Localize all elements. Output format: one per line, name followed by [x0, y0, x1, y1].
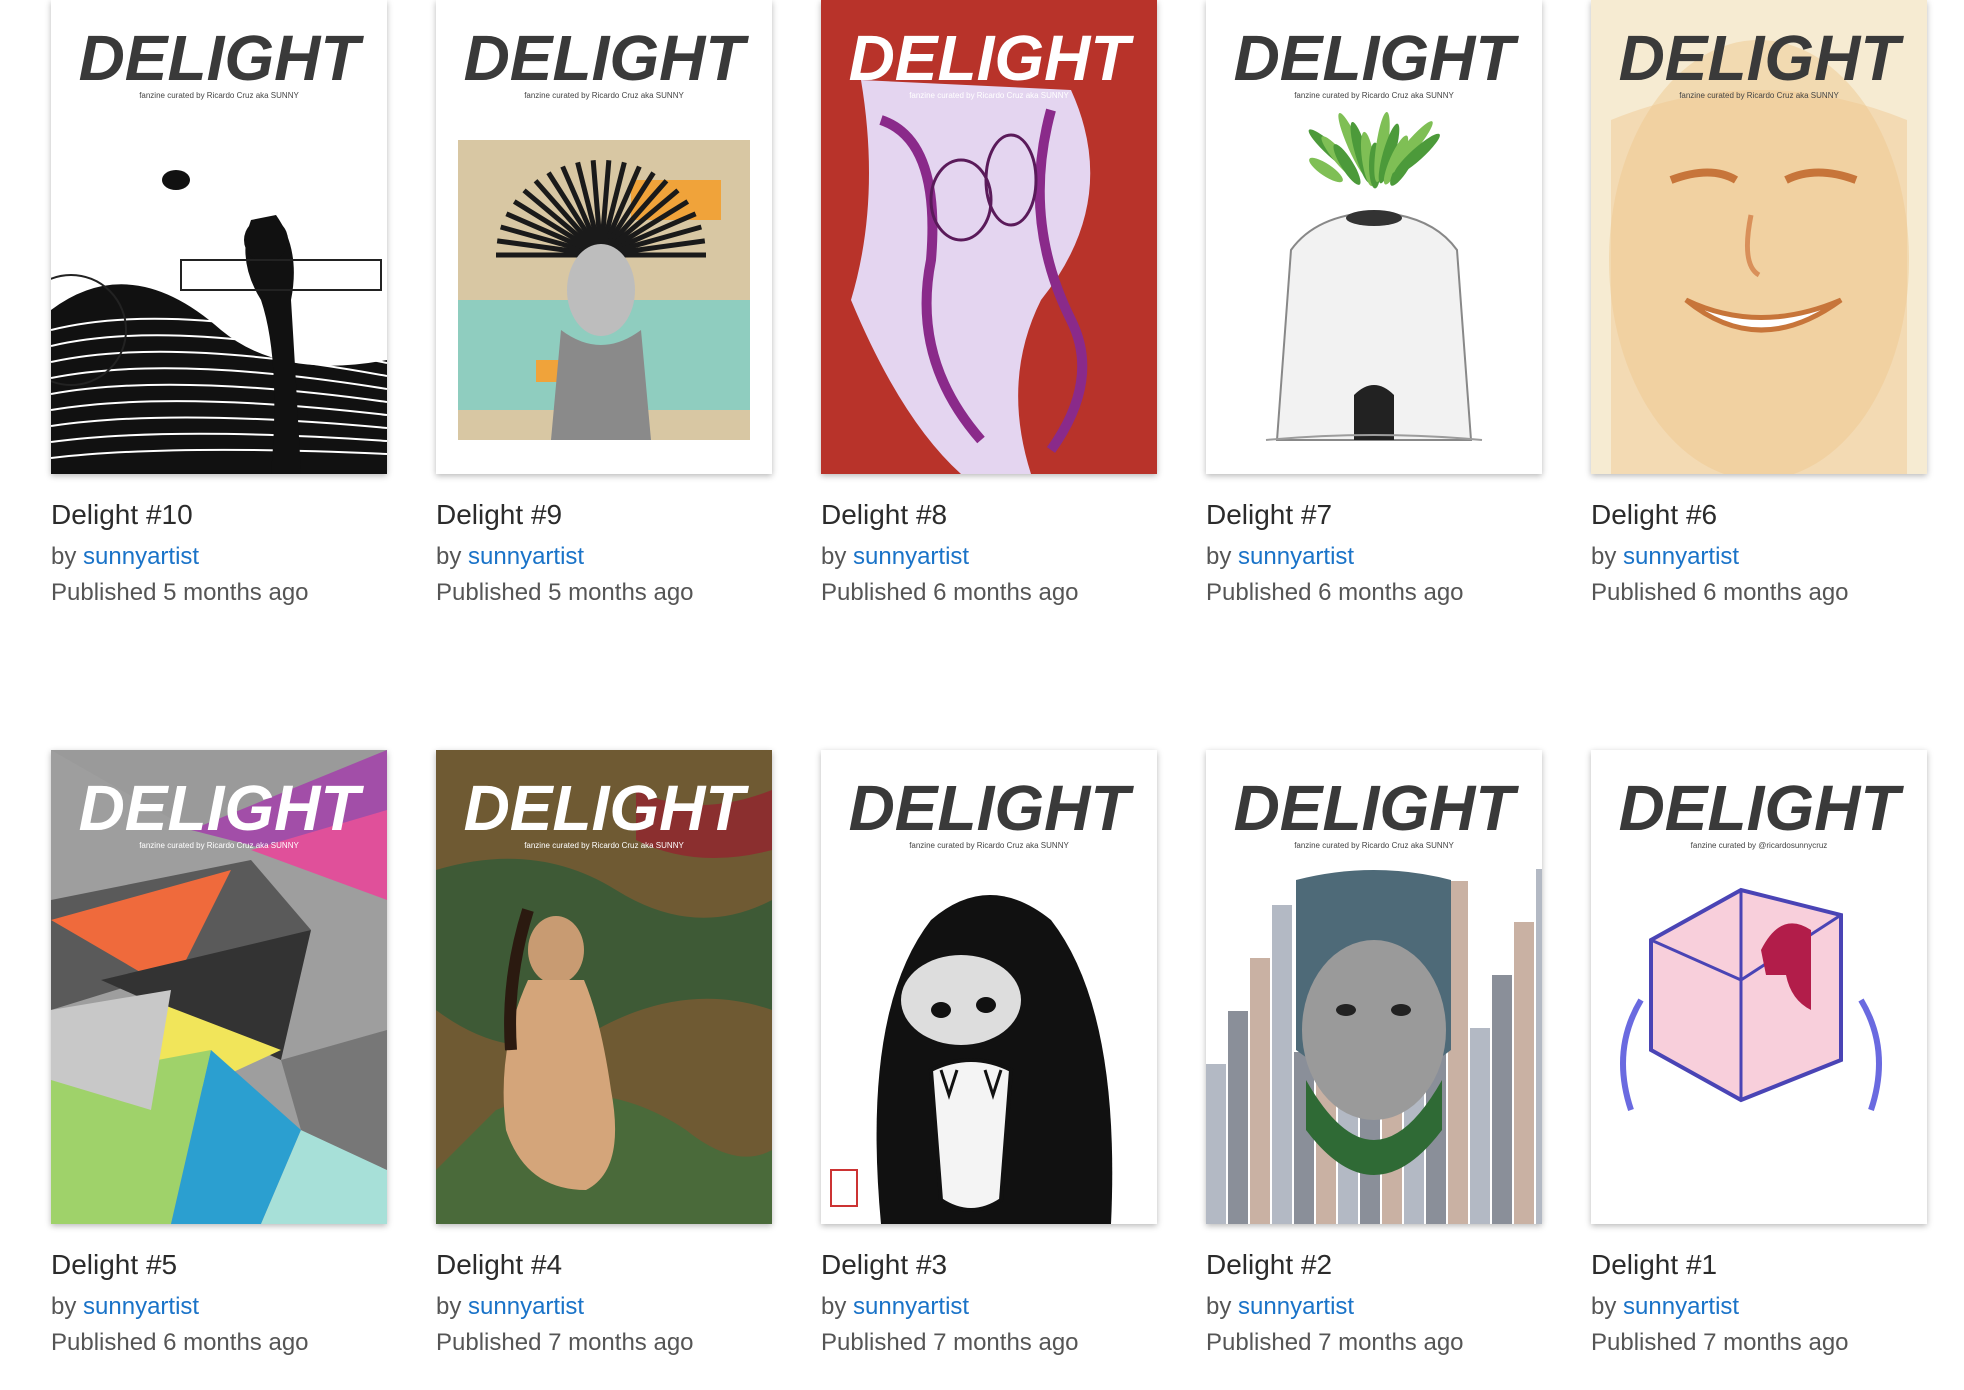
- published-date: Published 6 months ago: [821, 579, 1079, 606]
- author-link[interactable]: sunnyartist: [853, 1293, 969, 1320]
- author-link[interactable]: sunnyartist: [468, 543, 584, 570]
- by-label: by: [436, 543, 462, 570]
- cover-artwork: [458, 140, 750, 440]
- cover-image[interactable]: DELIGHT fanzine curated by Ricardo Cruz a…: [51, 0, 387, 474]
- byline: by sunnyartist: [821, 1293, 969, 1321]
- publication-title[interactable]: Delight #3: [821, 1249, 947, 1281]
- cover-masthead: DELIGHT: [1234, 22, 1520, 94]
- author-link[interactable]: sunnyartist: [468, 1293, 584, 1320]
- byline: by sunnyartist: [436, 543, 584, 571]
- by-label: by: [821, 1293, 847, 1320]
- cover-image[interactable]: DELIGHT fanzine curated by @ricardosunnyc…: [1591, 750, 1927, 1224]
- published-date: Published 5 months ago: [51, 579, 309, 606]
- byline: by sunnyartist: [51, 543, 199, 571]
- cover-masthead: DELIGHT: [1619, 772, 1905, 844]
- byline: by sunnyartist: [1591, 543, 1739, 571]
- author-link[interactable]: sunnyartist: [1623, 1293, 1739, 1320]
- cover-image[interactable]: DELIGHT fanzine curated by Ricardo Cruz a…: [821, 750, 1157, 1224]
- by-label: by: [51, 543, 77, 570]
- cover-image[interactable]: DELIGHT fanzine curated by Ricardo Cruz a…: [821, 0, 1157, 474]
- author-link[interactable]: sunnyartist: [1238, 1293, 1354, 1320]
- by-label: by: [51, 1293, 77, 1320]
- published-date: Published 7 months ago: [436, 1329, 694, 1356]
- cover-subtitle: fanzine curated by Ricardo Cruz aka SUNN…: [524, 91, 684, 100]
- by-label: by: [1206, 1293, 1232, 1320]
- cover-masthead: DELIGHT: [79, 772, 365, 844]
- publication-title[interactable]: Delight #10: [51, 499, 193, 531]
- byline: by sunnyartist: [51, 1293, 199, 1321]
- publication-title[interactable]: Delight #8: [821, 499, 947, 531]
- cover-image[interactable]: DELIGHT fanzine curated by Ricardo Cruz a…: [436, 750, 772, 1224]
- author-link[interactable]: sunnyartist: [1238, 543, 1354, 570]
- byline: by sunnyartist: [1206, 1293, 1354, 1321]
- byline: by sunnyartist: [436, 1293, 584, 1321]
- cover-masthead: DELIGHT: [849, 772, 1135, 844]
- cover-image[interactable]: DELIGHT fanzine curated by Ricardo Cruz a…: [436, 0, 772, 474]
- published-date: Published 6 months ago: [1591, 579, 1849, 606]
- author-link[interactable]: sunnyartist: [83, 543, 199, 570]
- cover-image[interactable]: DELIGHT fanzine curated by Ricardo Cruz a…: [1206, 0, 1542, 474]
- cover-subtitle: fanzine curated by Ricardo Cruz aka SUNN…: [1294, 841, 1454, 850]
- cover-subtitle: fanzine curated by Ricardo Cruz aka SUNN…: [1679, 91, 1839, 100]
- publication-title[interactable]: Delight #7: [1206, 499, 1332, 531]
- by-label: by: [821, 543, 847, 570]
- cover-image[interactable]: DELIGHT fanzine curated by Ricardo Cruz a…: [1591, 0, 1927, 474]
- published-date: Published 5 months ago: [436, 579, 694, 606]
- cover-subtitle: fanzine curated by Ricardo Cruz aka SUNN…: [909, 841, 1069, 850]
- cover-image[interactable]: DELIGHT fanzine curated by Ricardo Cruz a…: [1206, 750, 1542, 1224]
- byline: by sunnyartist: [821, 543, 969, 571]
- by-label: by: [436, 1293, 462, 1320]
- published-date: Published 7 months ago: [821, 1329, 1079, 1356]
- byline: by sunnyartist: [1206, 543, 1354, 571]
- publication-title[interactable]: Delight #4: [436, 1249, 562, 1281]
- cover-subtitle: fanzine curated by Ricardo Cruz aka SUNN…: [139, 91, 299, 100]
- publication-title[interactable]: Delight #9: [436, 499, 562, 531]
- cover-subtitle: fanzine curated by Ricardo Cruz aka SUNN…: [139, 841, 299, 850]
- published-date: Published 6 months ago: [1206, 579, 1464, 606]
- cover-subtitle: fanzine curated by Ricardo Cruz aka SUNN…: [524, 841, 684, 850]
- by-label: by: [1206, 543, 1232, 570]
- cover-image[interactable]: DELIGHT fanzine curated by Ricardo Cruz a…: [51, 750, 387, 1224]
- cover-masthead: DELIGHT: [1234, 772, 1520, 844]
- by-label: by: [1591, 543, 1617, 570]
- published-date: Published 7 months ago: [1591, 1329, 1849, 1356]
- author-link[interactable]: sunnyartist: [1623, 543, 1739, 570]
- cover-masthead: DELIGHT: [1619, 22, 1905, 94]
- publication-title[interactable]: Delight #5: [51, 1249, 177, 1281]
- cover-subtitle: fanzine curated by @ricardosunnycruz: [1691, 841, 1828, 850]
- publication-title[interactable]: Delight #1: [1591, 1249, 1717, 1281]
- author-link[interactable]: sunnyartist: [83, 1293, 199, 1320]
- cover-artwork: [1609, 40, 1909, 474]
- byline: by sunnyartist: [1591, 1293, 1739, 1321]
- published-date: Published 6 months ago: [51, 1329, 309, 1356]
- cover-masthead: DELIGHT: [849, 22, 1135, 94]
- cover-subtitle: fanzine curated by Ricardo Cruz aka SUNN…: [909, 91, 1069, 100]
- publication-title[interactable]: Delight #6: [1591, 499, 1717, 531]
- by-label: by: [1591, 1293, 1617, 1320]
- cover-masthead: DELIGHT: [79, 22, 365, 94]
- published-date: Published 7 months ago: [1206, 1329, 1464, 1356]
- publication-title[interactable]: Delight #2: [1206, 1249, 1332, 1281]
- cover-masthead: DELIGHT: [464, 22, 750, 94]
- author-link[interactable]: sunnyartist: [853, 543, 969, 570]
- cover-masthead: DELIGHT: [464, 772, 750, 844]
- cover-subtitle: fanzine curated by Ricardo Cruz aka SUNN…: [1294, 91, 1454, 100]
